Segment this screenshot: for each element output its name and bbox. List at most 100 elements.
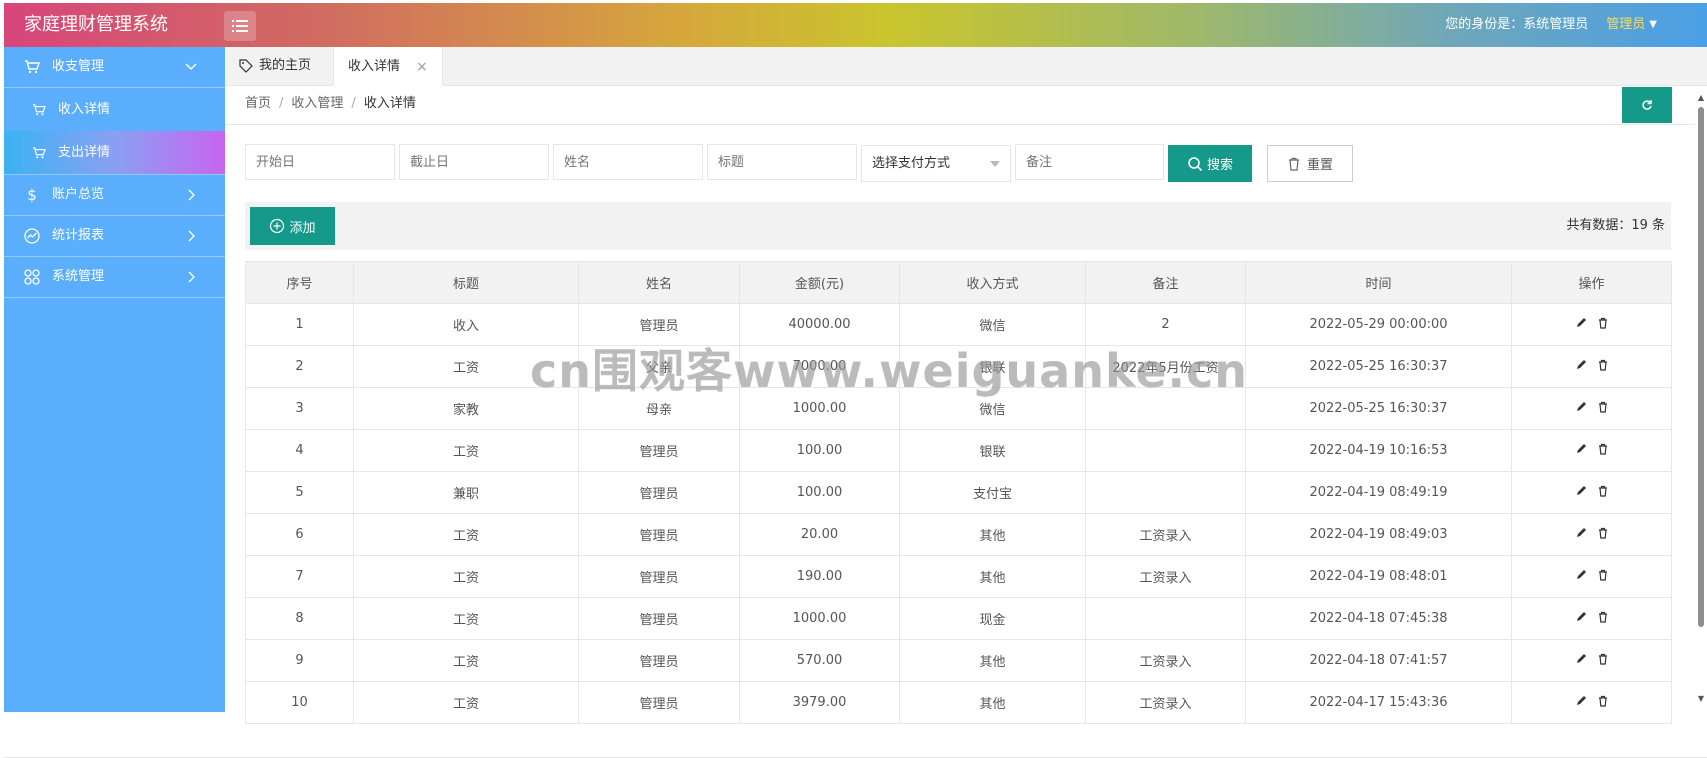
sidebar-item-income-expense[interactable]: 收支管理 (4, 47, 225, 88)
table-row: 3 家教 母亲 1000.00 微信 2022-05-25 16:30:37 (245, 387, 1672, 430)
delete-icon[interactable] (1597, 569, 1609, 581)
name-input[interactable] (564, 145, 702, 179)
end-date-field[interactable] (399, 144, 549, 180)
row-time-cell: 2022-04-19 10:16:53 (1245, 429, 1512, 472)
row-index-cell: 2 (245, 345, 354, 388)
sidebar-item-label: 系统管理 (52, 269, 105, 284)
delete-icon[interactable] (1597, 317, 1609, 329)
delete-icon[interactable] (1597, 443, 1609, 455)
row-name-cell: 管理员 (578, 639, 740, 682)
edit-icon[interactable] (1575, 611, 1587, 623)
row-name-cell: 管理员 (578, 597, 740, 640)
delete-icon[interactable] (1597, 695, 1609, 707)
table-row: 6 工资 管理员 20.00 其他 工资录入 2022-04-19 08:49:03 (245, 513, 1672, 556)
edit-icon[interactable] (1575, 401, 1587, 413)
row-method-cell: 微信 (899, 303, 1086, 346)
breadcrumb-income-mgmt[interactable]: 收入管理 (291, 96, 343, 111)
sidebar-item-system[interactable]: 系统管理 (4, 257, 225, 298)
edit-icon[interactable] (1575, 359, 1587, 371)
chevron-down-icon (185, 63, 197, 70)
row-amount-cell: 3979.00 (739, 681, 900, 724)
row-title-cell: 工资 (353, 597, 579, 640)
row-method-cell: 银联 (899, 345, 1086, 388)
row-actions-cell (1511, 471, 1672, 514)
note-input[interactable] (1026, 145, 1163, 179)
delete-icon[interactable] (1597, 485, 1609, 497)
row-index-cell: 7 (245, 555, 354, 598)
name-field[interactable] (553, 144, 703, 180)
caret-down-icon: ▼ (1649, 19, 1657, 30)
breadcrumb: 首页 / 收入管理 / 收入详情 (245, 96, 416, 111)
row-time-cell: 2022-04-19 08:48:01 (1245, 555, 1512, 598)
sidebar-item-label: 统计报表 (52, 228, 105, 243)
menu-toggle-button[interactable] (224, 11, 256, 41)
column-header: 收入方式 (899, 261, 1086, 304)
payment-method-select[interactable]: 选择支付方式 (861, 145, 1011, 182)
row-actions-cell (1511, 681, 1672, 724)
row-name-cell: 管理员 (578, 681, 740, 724)
row-actions-cell (1511, 555, 1672, 598)
start-date-input[interactable] (256, 145, 394, 179)
row-title-cell: 工资 (353, 429, 579, 472)
breadcrumb-home[interactable]: 首页 (245, 96, 271, 111)
scroll-up-icon[interactable]: ▲ (1698, 93, 1704, 102)
refresh-icon (1642, 100, 1652, 110)
end-date-input[interactable] (410, 145, 548, 179)
edit-icon[interactable] (1575, 317, 1587, 329)
row-note-cell (1085, 471, 1246, 514)
add-button[interactable]: 添加 (250, 207, 335, 245)
row-amount-cell: 100.00 (739, 471, 900, 514)
row-index-cell: 1 (245, 303, 354, 346)
row-title-cell: 工资 (353, 555, 579, 598)
edit-icon[interactable] (1575, 695, 1587, 707)
scrollbar[interactable] (1698, 107, 1704, 627)
table-header-row: 序号 标题 姓名 金额(元) 收入方式 备注 时间 操作 (245, 261, 1672, 304)
refresh-button[interactable] (1622, 87, 1672, 123)
delete-icon[interactable] (1597, 359, 1609, 371)
row-amount-cell: 40000.00 (739, 303, 900, 346)
edit-icon[interactable] (1575, 485, 1587, 497)
row-name-cell: 管理员 (578, 471, 740, 514)
title-field[interactable] (707, 144, 857, 180)
sidebar-sub-income-detail[interactable]: 收入详情 (4, 88, 225, 131)
close-icon[interactable]: × (416, 48, 428, 86)
sidebar-item-reports[interactable]: 统计报表 (4, 216, 225, 257)
row-note-cell: 工资录入 (1085, 639, 1246, 682)
table-row: 2 工资 父亲 7000.00 银联 2022年5月份工资 2022-05-25 16:30… (245, 345, 1672, 388)
row-actions-cell (1511, 513, 1672, 556)
row-name-cell: 管理员 (578, 429, 740, 472)
reset-button[interactable]: 重置 (1267, 145, 1353, 182)
sidebar-sub-expense-detail[interactable]: 支出详情 (4, 131, 225, 174)
start-date-field[interactable] (245, 144, 395, 180)
sidebar-item-accounts[interactable]: $ 账户总览 (4, 174, 225, 216)
row-note-cell (1085, 387, 1246, 430)
note-field[interactable] (1015, 144, 1164, 180)
delete-icon[interactable] (1597, 653, 1609, 665)
row-time-cell: 2022-05-25 16:30:37 (1245, 387, 1512, 430)
row-actions-cell (1511, 303, 1672, 346)
sidebar-sub-label: 收入详情 (58, 102, 111, 117)
delete-icon[interactable] (1597, 611, 1609, 623)
edit-icon[interactable] (1575, 443, 1587, 455)
payment-select-value: 选择支付方式 (872, 156, 951, 171)
row-time-cell: 2022-04-19 08:49:19 (1245, 471, 1512, 514)
tab-label: 我的主页 (259, 58, 312, 73)
column-header: 金额(元) (739, 261, 900, 304)
add-button-label: 添加 (289, 220, 316, 236)
tab-income-detail[interactable]: 收入详情 × (333, 47, 443, 86)
edit-icon[interactable] (1575, 569, 1587, 581)
title-input[interactable] (718, 145, 856, 179)
row-method-cell: 银联 (899, 429, 1086, 472)
search-button[interactable]: 搜索 (1168, 145, 1252, 182)
column-header: 备注 (1085, 261, 1246, 304)
row-name-cell: 父亲 (578, 345, 740, 388)
user-menu[interactable]: 管理员 ▼ (1606, 3, 1657, 47)
scroll-down-icon[interactable]: ▼ (1698, 694, 1704, 703)
delete-icon[interactable] (1597, 401, 1609, 413)
tab-home[interactable]: 我的主页 (225, 47, 325, 85)
edit-icon[interactable] (1575, 527, 1587, 539)
delete-icon[interactable] (1597, 527, 1609, 539)
edit-icon[interactable] (1575, 653, 1587, 665)
column-header: 姓名 (578, 261, 740, 304)
row-amount-cell: 570.00 (739, 639, 900, 682)
